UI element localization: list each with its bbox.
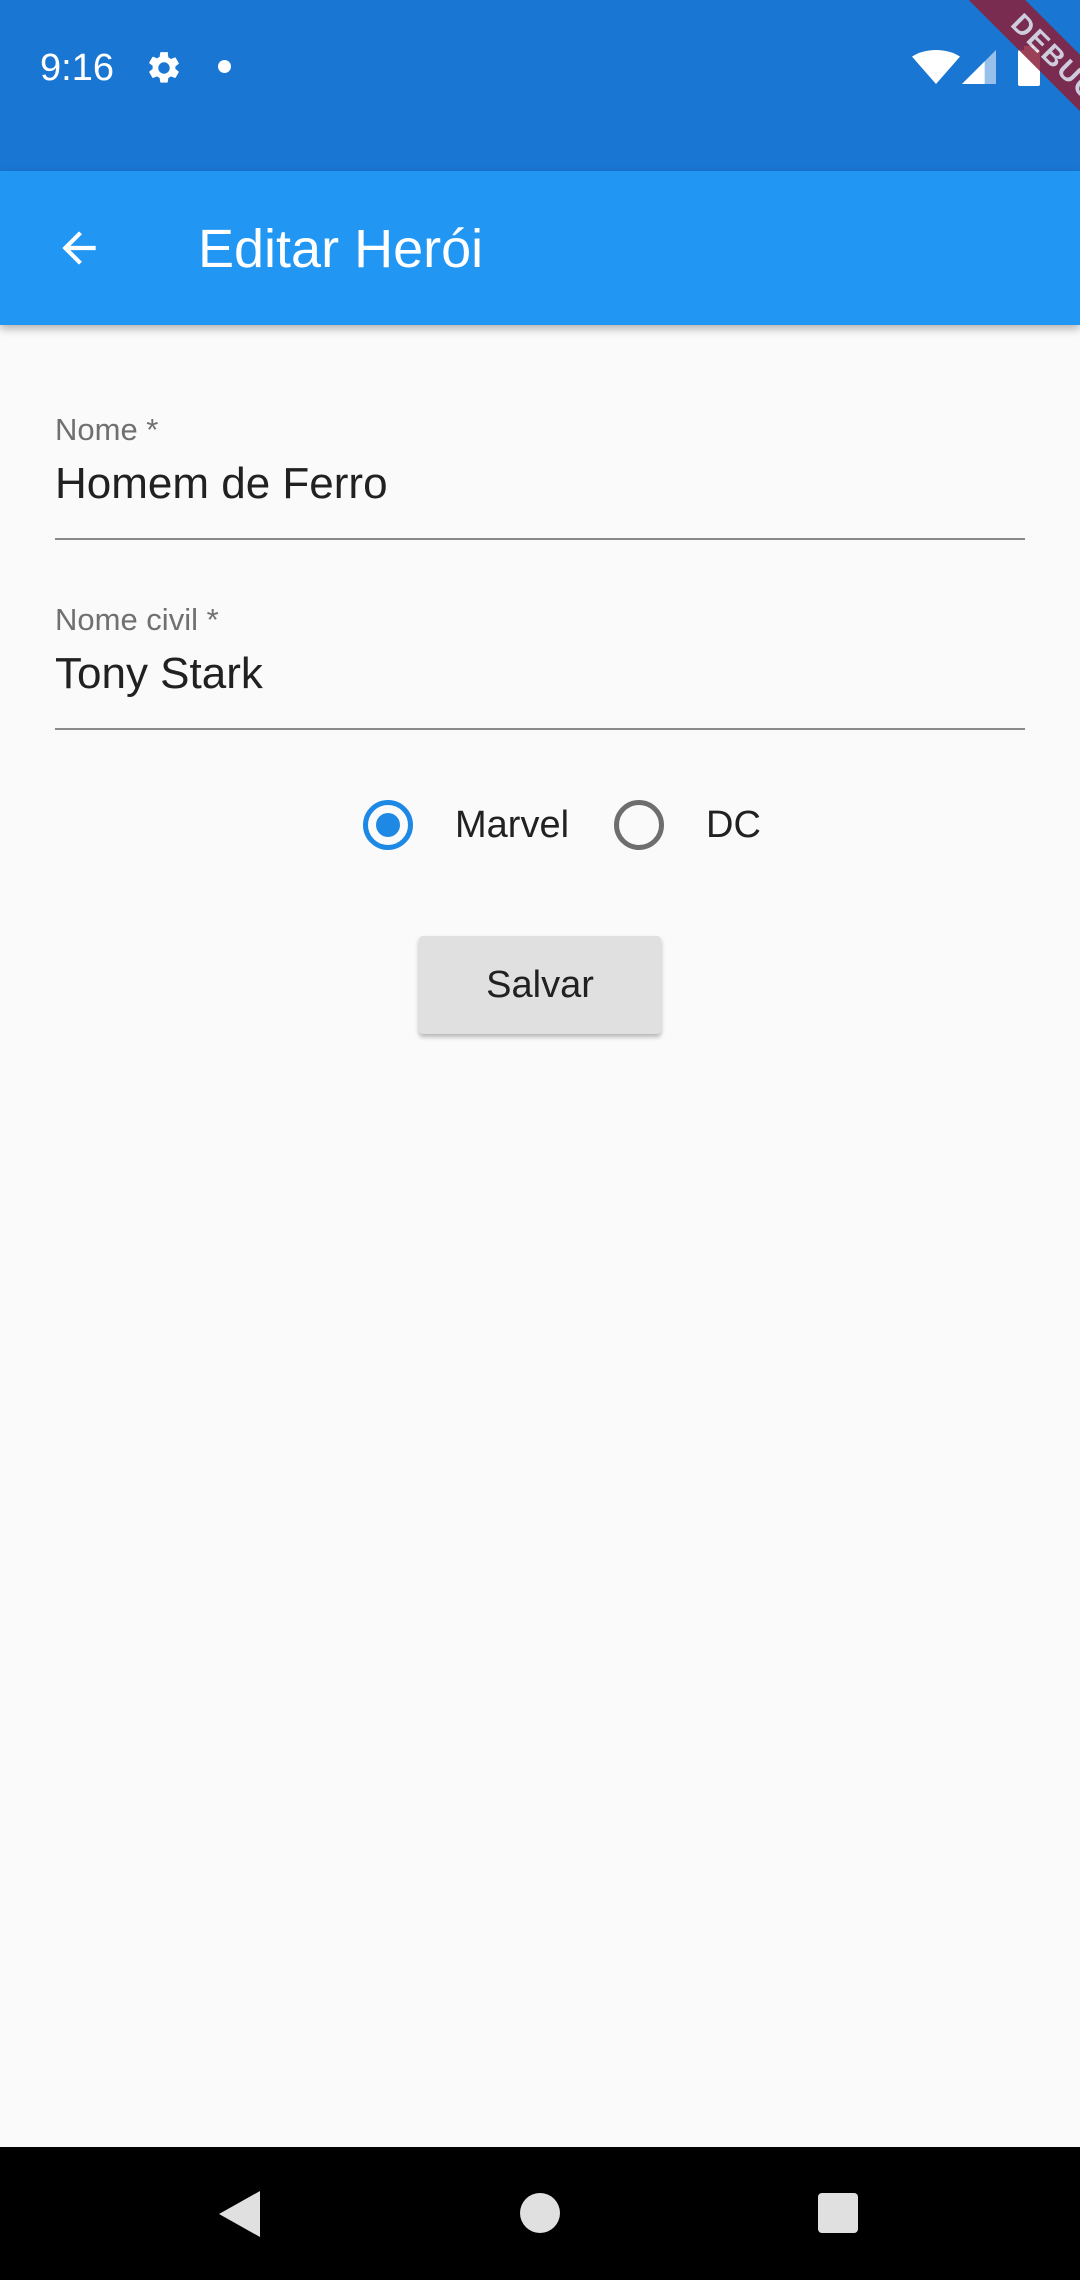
- nome-field-label: Nome *: [55, 412, 159, 447]
- nav-back-icon[interactable]: [216, 2189, 262, 2239]
- nome-field-underline: [55, 538, 1025, 540]
- status-time: 9:16: [40, 47, 114, 89]
- radio-unchecked-icon: [614, 800, 664, 850]
- notification-dot-icon: [218, 60, 231, 73]
- battery-icon: [1018, 46, 1040, 86]
- nome-civil-field-underline: [55, 728, 1025, 730]
- status-bar: 9:16: [0, 0, 1080, 171]
- system-nav-bar: [0, 2147, 1080, 2280]
- signal-icon: [962, 50, 996, 84]
- nome-civil-field-label: Nome civil *: [55, 602, 219, 637]
- page-title: Editar Herói: [198, 219, 484, 279]
- nome-input[interactable]: [55, 456, 1025, 512]
- nome-civil-input[interactable]: [55, 646, 1025, 702]
- wifi-icon: [912, 50, 960, 84]
- gear-icon: [149, 52, 179, 83]
- radio-label-dc: DC: [706, 803, 761, 846]
- publisher-radio-group: Marvel DC: [0, 790, 1080, 860]
- nav-home-icon[interactable]: [520, 2193, 560, 2233]
- save-button[interactable]: Salvar: [419, 936, 661, 1034]
- back-button[interactable]: [40, 209, 118, 287]
- nav-recents-icon[interactable]: [818, 2193, 858, 2233]
- app-bar: Editar Herói: [0, 171, 1080, 325]
- radio-checked-icon: [363, 800, 413, 850]
- arrow-back-icon: [62, 231, 96, 265]
- radio-option-marvel[interactable]: Marvel: [363, 790, 569, 860]
- radio-option-dc[interactable]: DC: [614, 790, 761, 860]
- radio-label-marvel: Marvel: [455, 803, 570, 846]
